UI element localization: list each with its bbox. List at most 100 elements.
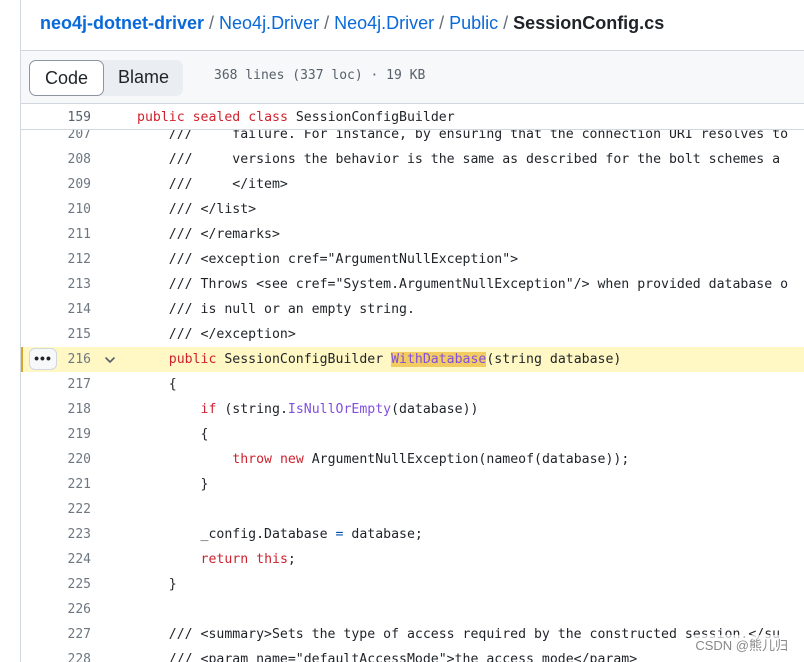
keyword-token: public bbox=[137, 110, 185, 125]
code-line: public SessionConfigBuilder WithDatabase… bbox=[137, 347, 621, 372]
line-number[interactable]: 227 bbox=[21, 622, 91, 647]
line-number[interactable]: 222 bbox=[21, 497, 91, 522]
line-number[interactable]: 218 bbox=[21, 397, 91, 422]
identifier-token: _config.Database bbox=[137, 527, 336, 542]
identifier-token: SessionConfigBuilder bbox=[216, 352, 392, 367]
breadcrumb-separator: / bbox=[439, 13, 445, 33]
file-toolbar: Code Blame 368 lines (337 loc) · 19 KB bbox=[21, 50, 804, 104]
code-row: 217 { bbox=[21, 372, 804, 397]
indent-token bbox=[137, 352, 169, 367]
code-row: 219 { bbox=[21, 422, 804, 447]
code-row: 218 if (string.IsNullOrEmpty(database)) bbox=[21, 397, 804, 422]
code-row: 220 throw new ArgumentNullException(name… bbox=[21, 447, 804, 472]
keyword-token: throw bbox=[232, 452, 272, 467]
line-number[interactable]: 217 bbox=[21, 372, 91, 397]
watermark: CSDN @熊儿归 bbox=[693, 635, 790, 654]
chevron-down-icon[interactable] bbox=[103, 353, 117, 367]
code-row: 213 /// Throws <see cref="System.Argumen… bbox=[21, 272, 804, 297]
code-line: public sealed class SessionConfigBuilder bbox=[137, 105, 455, 130]
identifier-token: database; bbox=[343, 527, 423, 542]
code-row: 214 /// is null or an empty string. bbox=[21, 297, 804, 322]
code-row: 208 /// versions the behavior is the sam… bbox=[21, 147, 804, 172]
breadcrumb: neo4j-dotnet-driver / Neo4j.Driver / Neo4j.D… bbox=[40, 0, 664, 46]
line-number[interactable]: 215 bbox=[21, 322, 91, 347]
breadcrumb-separator: / bbox=[209, 13, 215, 33]
identifier-token: (string database) bbox=[486, 352, 622, 367]
code-line: /// <param name="defaultAccessMode">the … bbox=[137, 652, 638, 662]
identifier-token: SessionConfigBuilder bbox=[295, 110, 455, 125]
line-number[interactable]: 228 bbox=[21, 647, 91, 662]
code-row: 225 } bbox=[21, 572, 804, 597]
code-row: 210 /// </list> bbox=[21, 197, 804, 222]
line-number[interactable]: 208 bbox=[21, 147, 91, 172]
indent-token bbox=[137, 402, 201, 417]
code-line: /// <summary>Sets the type of access req… bbox=[137, 627, 781, 642]
keyword-token: public bbox=[168, 352, 217, 367]
line-number[interactable]: 220 bbox=[21, 447, 91, 472]
breadcrumb-folder-link[interactable]: Neo4j.Driver bbox=[334, 13, 434, 33]
code-line: { bbox=[137, 427, 209, 442]
indent-token bbox=[137, 452, 232, 467]
keyword-token: class bbox=[248, 110, 288, 125]
line-number[interactable]: 225 bbox=[21, 572, 91, 597]
code-viewer: 159 public sealed class SessionConfigBui… bbox=[21, 105, 804, 662]
code-line: return this; bbox=[137, 547, 296, 572]
line-number[interactable]: 226 bbox=[21, 597, 91, 622]
code-row: 212 /// <exception cref="ArgumentNullExc… bbox=[21, 247, 804, 272]
breadcrumb-file-name: SessionConfig.cs bbox=[513, 13, 665, 33]
keyword-token: sealed bbox=[192, 110, 241, 125]
code-row: 211 /// </remarks> bbox=[21, 222, 804, 247]
code-line: /// </remarks> bbox=[137, 227, 280, 242]
line-number[interactable]: 212 bbox=[21, 247, 91, 272]
code-view-button[interactable]: Code bbox=[29, 60, 105, 96]
blame-view-button[interactable]: Blame bbox=[104, 60, 183, 96]
line-number[interactable]: 213 bbox=[21, 272, 91, 297]
line-number[interactable]: 210 bbox=[21, 197, 91, 222]
code-line: /// </exception> bbox=[137, 327, 296, 342]
code-line: /// is null or an empty string. bbox=[137, 302, 415, 317]
identifier-token: (database)) bbox=[391, 402, 479, 417]
method-token: IsNullOrEmpty bbox=[287, 402, 392, 417]
code-line: if (string.IsNullOrEmpty(database)) bbox=[137, 397, 479, 422]
indent-token bbox=[137, 552, 201, 567]
code-row: 221 } bbox=[21, 472, 804, 497]
line-number[interactable]: 214 bbox=[21, 297, 91, 322]
line-number[interactable]: 209 bbox=[21, 172, 91, 197]
code-line: /// <exception cref="ArgumentNullExcepti… bbox=[137, 252, 519, 267]
code-row: 215 /// </exception> bbox=[21, 322, 804, 347]
line-number[interactable]: 221 bbox=[21, 472, 91, 497]
keyword-token: if bbox=[200, 402, 217, 417]
breadcrumb-folder-link[interactable]: Neo4j.Driver bbox=[219, 13, 319, 33]
line-number[interactable]: 224 bbox=[21, 547, 91, 572]
code-row: 209 /// </item> bbox=[21, 172, 804, 197]
breadcrumb-separator: / bbox=[324, 13, 330, 33]
code-row: 228 /// <param name="defaultAccessMode">… bbox=[21, 647, 804, 662]
code-line: /// </list> bbox=[137, 202, 257, 217]
line-number[interactable]: 216 bbox=[21, 347, 91, 372]
search-match-token[interactable]: WithDatabase bbox=[391, 352, 487, 367]
view-mode-segmented-control: Code Blame bbox=[29, 60, 184, 96]
code-row: 226 bbox=[21, 597, 804, 622]
code-lines: 207 /// failure. For instance, by ensuri… bbox=[21, 122, 804, 662]
breadcrumb-folder-link[interactable]: Public bbox=[449, 13, 498, 33]
code-row: 222 bbox=[21, 497, 804, 522]
file-info: 368 lines (337 loc) · 19 KB bbox=[214, 68, 426, 83]
code-row: 223 _config.Database = database; bbox=[21, 522, 804, 547]
identifier-token: ArgumentNullException(nameof(database)); bbox=[303, 452, 630, 467]
code-line: /// versions the behavior is the same as… bbox=[137, 152, 781, 167]
breadcrumb-repo-link[interactable]: neo4j-dotnet-driver bbox=[40, 13, 204, 33]
code-line: /// Throws <see cref="System.ArgumentNul… bbox=[137, 277, 789, 292]
sticky-scope-header[interactable]: 159 public sealed class SessionConfigBui… bbox=[21, 105, 804, 130]
line-number[interactable]: 223 bbox=[21, 522, 91, 547]
code-line: } bbox=[137, 477, 209, 492]
code-line: _config.Database = database; bbox=[137, 522, 423, 547]
identifier-token: ; bbox=[287, 552, 296, 567]
line-number: 159 bbox=[67, 110, 91, 125]
line-number[interactable]: 211 bbox=[21, 222, 91, 247]
code-line: } bbox=[137, 577, 177, 592]
line-number[interactable]: 219 bbox=[21, 422, 91, 447]
breadcrumb-separator: / bbox=[503, 13, 509, 33]
code-line: { bbox=[137, 377, 177, 392]
